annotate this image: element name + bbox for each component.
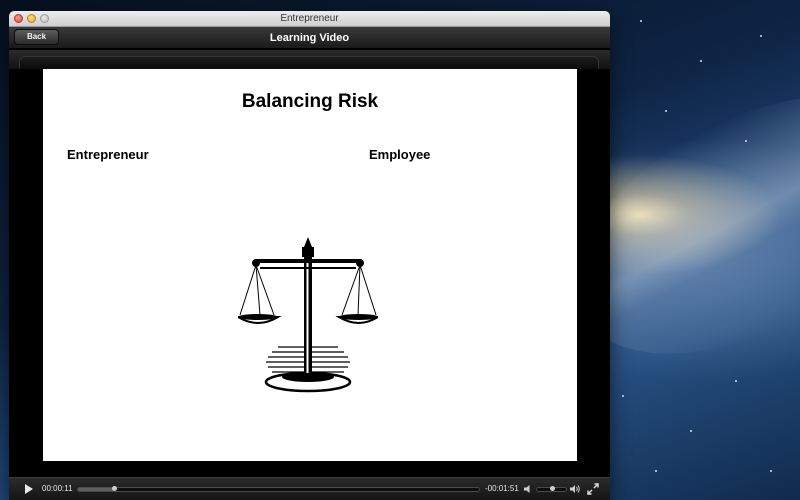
seek-bar-knob[interactable] [111,486,117,491]
star [745,140,747,142]
toolbar-shelf [9,50,610,69]
star [690,430,692,432]
video-frame-slide: Balancing Risk Entrepreneur Employee [43,69,577,461]
fullscreen-icon[interactable] [587,483,599,495]
volume-slider[interactable] [536,486,567,492]
slide-title: Balancing Risk [241,91,379,112]
star [622,395,624,397]
volume-knob[interactable] [550,486,556,491]
seek-bar[interactable] [77,486,480,492]
player-controls: 00:00:11 -00:01:51 [9,477,610,500]
seek-bar-progress [78,488,115,491]
content-frame-top [19,56,599,69]
toolbar-title: Learning Video [269,32,350,44]
toolbar: Back Learning Video [9,27,610,49]
slide-heading-entrepreneur: Entrepreneur [67,147,149,162]
star [735,380,737,382]
star [700,60,702,62]
remaining-time: -00:01:51 [485,484,519,493]
scales-of-justice-image [238,237,378,393]
title-bar: Entrepreneur [9,11,610,27]
app-window: Entrepreneur Back Learning Video Balanci… [9,11,610,500]
slide-heading-employee: Employee [369,147,431,162]
window-title: Entrepreneur [280,13,339,24]
star [760,35,762,37]
star [770,470,772,472]
star [640,20,642,22]
star [655,470,657,472]
video-player[interactable]: Balancing Risk Entrepreneur Employee [9,69,610,471]
star [665,110,667,112]
elapsed-time: 00:00:11 [42,484,73,493]
play-icon[interactable] [24,484,34,494]
volume-low-icon[interactable] [523,484,533,494]
volume-high-icon[interactable] [570,484,580,494]
